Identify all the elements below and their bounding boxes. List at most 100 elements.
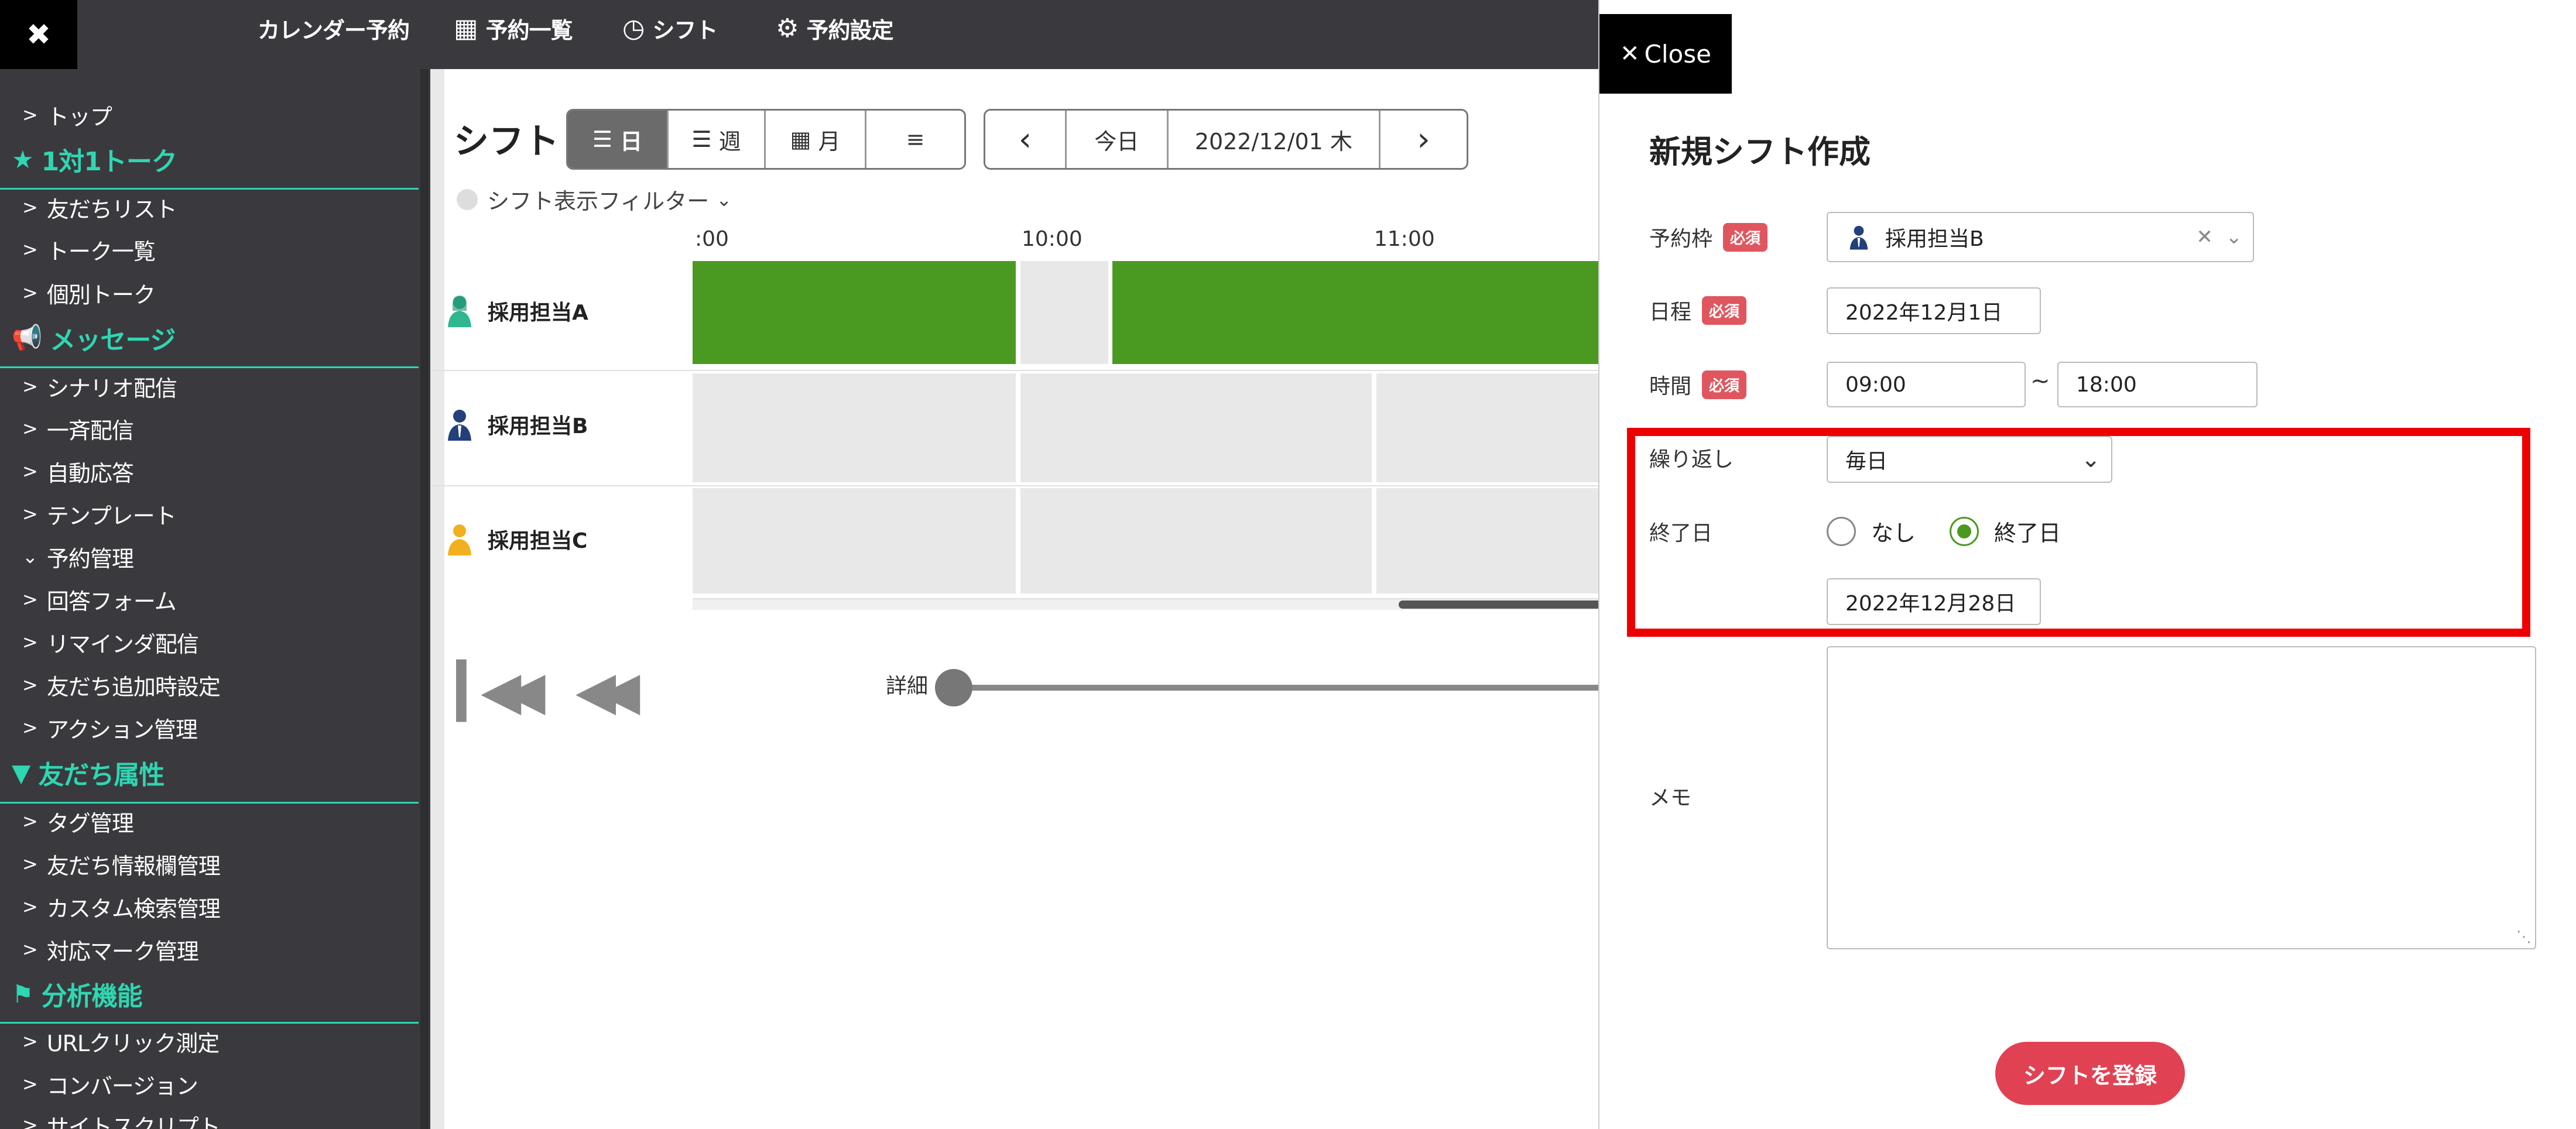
memo-textarea[interactable]: ⋱ [1827, 646, 2536, 949]
sidebar-item-label: 回答フォーム [46, 588, 177, 615]
view-list-button[interactable]: ≡ [866, 111, 964, 168]
shift-cell[interactable] [1020, 488, 1372, 593]
sidebar-item-label: トップ [46, 104, 112, 130]
sidebar-item-auto-reply[interactable]: > 自動応答 [22, 455, 134, 488]
sidebar-item-reservation-mgmt[interactable]: ⌄ 予約管理 [22, 540, 134, 573]
sidebar-item-scenario[interactable]: > シナリオ配信 [22, 370, 177, 403]
shift-block[interactable] [1112, 261, 1601, 364]
shift-filter-toggle[interactable]: シフト表示フィルター ⌄ [457, 183, 732, 215]
chevron-left-icon: ‹ [1018, 120, 1032, 159]
resize-grip-icon[interactable]: ⋱ [2516, 928, 2532, 946]
chevron-right-icon: > [22, 631, 38, 653]
staff-name: 採用担当A [488, 301, 588, 325]
sidebar-item-site-script[interactable]: > サイトスクリプト [22, 1109, 221, 1129]
sidebar-item-friend-add-setting[interactable]: > 友だち追加時設定 [22, 668, 221, 701]
sidebar-item-mark-mgmt[interactable]: > 対応マーク管理 [22, 933, 199, 966]
sidebar-item-conversion[interactable]: > コンバージョン [22, 1068, 198, 1100]
select-controls: ✕ ⌄ [2196, 213, 2242, 261]
staff-row-label: 採用担当A [442, 290, 588, 331]
chevron-right-icon: > [22, 104, 38, 126]
filter-label: シフト表示フィルター [487, 188, 710, 214]
sidebar-scrollbar[interactable] [420, 69, 429, 1129]
prev-day-button[interactable]: ‹ [985, 111, 1067, 168]
sidebar-item-top[interactable]: > トップ [22, 98, 112, 131]
timeline-scroll-thumb[interactable] [1399, 600, 1601, 609]
sidebar-item-broadcast[interactable]: > 一斉配信 [22, 412, 134, 445]
chevron-right-icon: > [22, 810, 38, 832]
shift-cell[interactable] [1020, 261, 1108, 364]
sidebar-item-template[interactable]: > テンプレート [22, 497, 177, 530]
sidebar-item-individual-talk[interactable]: > 個別トーク [22, 276, 156, 309]
calendar-icon: ▦ [790, 126, 818, 152]
menu-close-icon[interactable]: ✖ [0, 0, 77, 69]
field-label: 予約枠 [1649, 227, 1713, 251]
sidebar-item-answer-form[interactable]: > 回答フォーム [22, 583, 177, 616]
staff-name: 採用担当C [488, 529, 588, 553]
shift-cell[interactable] [1376, 488, 1601, 593]
shift-cell[interactable] [693, 373, 1016, 482]
sidebar-item-talk-list[interactable]: > トーク一覧 [22, 233, 156, 266]
chevron-right-icon: > [22, 938, 38, 960]
nav-reservation-list[interactable]: ▦ 予約一覧 [454, 0, 573, 56]
skip-to-start-icon[interactable]: ▎◀◀ [457, 660, 546, 722]
sidebar-item-label: 友だちリスト [46, 196, 177, 222]
end-time-input[interactable]: 18:00 [2057, 362, 2258, 407]
sidebar-item-action-mgmt[interactable]: > アクション管理 [22, 711, 198, 744]
sidebar-item-reminder[interactable]: > リマインダ配信 [22, 626, 199, 658]
view-month-button[interactable]: ▦ 月 [766, 111, 866, 168]
chevron-right-icon: > [22, 282, 38, 304]
sidebar-head-one-on-one: ★ 1対1トーク [12, 140, 177, 178]
today-button[interactable]: 今日 [1067, 111, 1169, 168]
sidebar-head-label: 友だち属性 [38, 760, 165, 790]
divider [0, 188, 419, 190]
nav-label: 予約一覧 [485, 17, 573, 43]
nav-shift[interactable]: ◷ シフト [622, 0, 718, 56]
view-toggle: ☰ 日 ☰ 週 ▦ 月 ≡ [566, 109, 966, 170]
panel-title: 新規シフト作成 [1649, 133, 1871, 170]
button-label: 月 [818, 128, 841, 155]
sidebar-item-label: サイトスクリプト [46, 1114, 221, 1129]
button-label: 週 [718, 128, 741, 155]
rewind-icon[interactable]: ◀◀ [576, 660, 640, 722]
chevron-right-icon: > [22, 238, 38, 260]
gear-icon: ⚙ [776, 13, 799, 43]
time-label: 10:00 [1022, 227, 1083, 251]
sidebar-item-friend-list[interactable]: > 友だちリスト [22, 191, 177, 224]
view-day-button[interactable]: ☰ 日 [568, 111, 669, 168]
shift-cell[interactable] [1020, 373, 1372, 482]
chevron-right-icon: > [22, 895, 38, 918]
date-input[interactable]: 2022年12月1日 [1827, 287, 2041, 334]
sidebar-item-custom-search-mgmt[interactable]: > カスタム検索管理 [22, 890, 221, 923]
date-value: 2022年12月1日 [1845, 301, 2003, 325]
sidebar-item-tag-mgmt[interactable]: > タグ管理 [22, 805, 134, 838]
start-time-input[interactable]: 09:00 [1827, 362, 2026, 407]
chevron-right-icon: > [22, 588, 38, 610]
sidebar: > トップ ★ 1対1トーク > 友だちリスト > トーク一覧 > 個別トーク 📢 メッセー… [0, 69, 430, 1129]
next-day-button[interactable]: › [1381, 111, 1467, 168]
view-week-button[interactable]: ☰ 週 [669, 111, 766, 168]
slot-select[interactable]: 採用担当B ✕ ⌄ [1827, 212, 2254, 262]
field-label: 日程 [1649, 300, 1692, 324]
staff-row-label: 採用担当B [442, 404, 588, 445]
zoom-slider-track[interactable] [943, 685, 1601, 691]
shift-cell[interactable] [693, 488, 1016, 593]
chevron-down-icon[interactable]: ⌄ [2226, 225, 2243, 249]
nav-calendar-reservation[interactable]: カレンダー予約 [258, 0, 410, 56]
date-navigator: ‹ 今日 2022/12/01 木 › [984, 109, 1468, 170]
main-scrollbar[interactable] [430, 69, 444, 1129]
shift-block[interactable] [693, 261, 1016, 364]
button-label: 今日 [1094, 128, 1139, 155]
end-time-value: 18:00 [2076, 372, 2137, 397]
chevron-right-icon: > [22, 716, 38, 739]
nav-reservation-settings[interactable]: ⚙ 予約設定 [776, 0, 893, 56]
close-button[interactable]: ✕ Close [1599, 14, 1732, 94]
register-shift-button[interactable]: シフトを登録 [1995, 1042, 2185, 1105]
zoom-slider-handle[interactable] [935, 669, 972, 706]
date-display[interactable]: 2022/12/01 木 [1169, 111, 1381, 168]
time-label: :00 [695, 227, 729, 251]
shift-cell[interactable] [1376, 373, 1601, 482]
clear-icon[interactable]: ✕ [2196, 225, 2213, 249]
chevron-right-icon: > [22, 460, 38, 482]
sidebar-item-friend-info-mgmt[interactable]: > 友だち情報欄管理 [22, 847, 221, 880]
sidebar-item-url-click[interactable]: > URLクリック測定 [22, 1025, 220, 1058]
